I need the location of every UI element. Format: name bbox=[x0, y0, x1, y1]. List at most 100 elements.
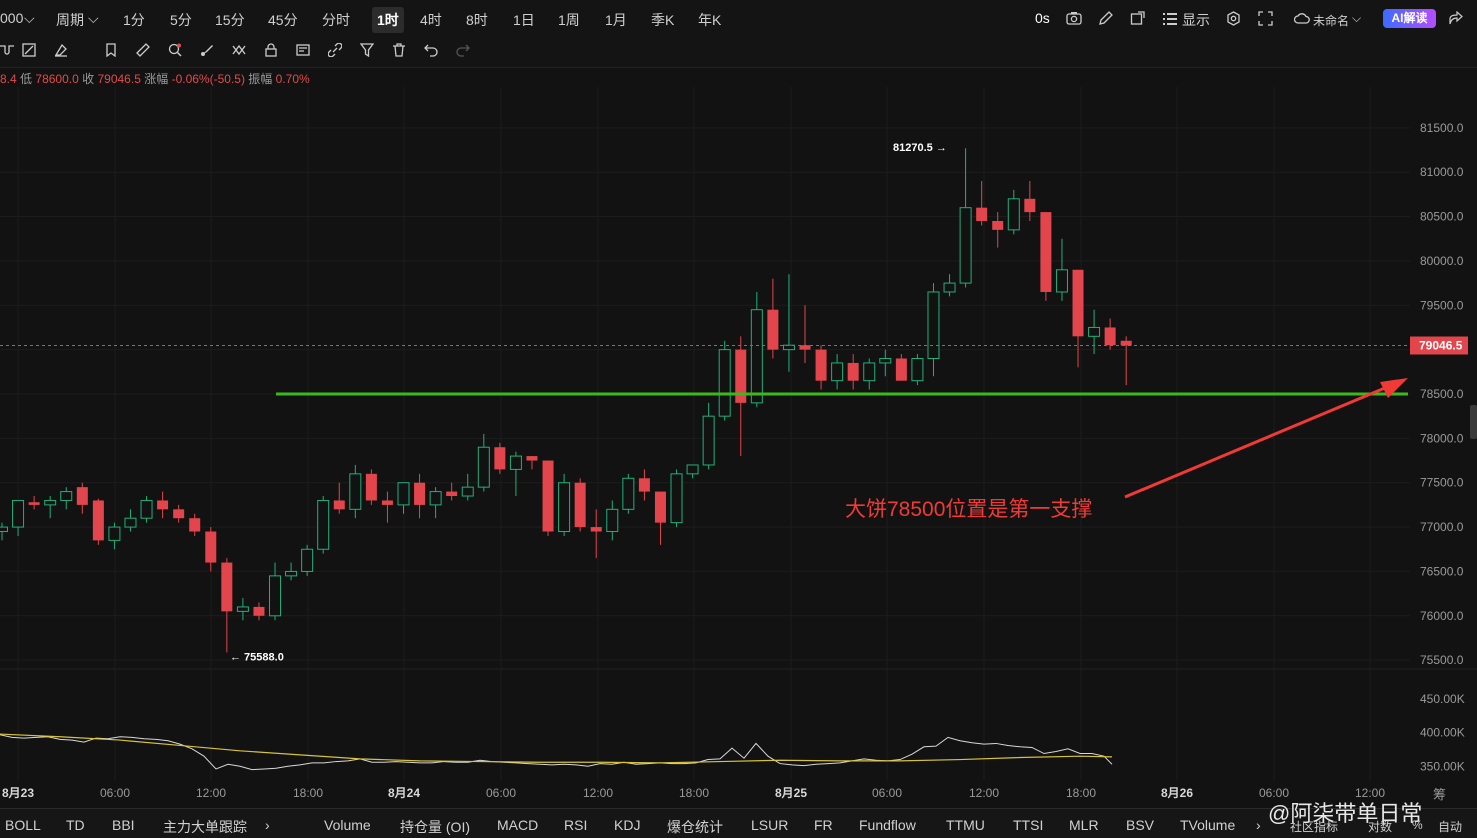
interval-tab[interactable]: 1日 bbox=[513, 10, 535, 30]
candle-body bbox=[879, 358, 892, 364]
layout-chevron-icon[interactable]: ⌵ bbox=[1352, 11, 1361, 26]
price-tick-label: 76000.0 bbox=[1420, 609, 1464, 623]
candle-body bbox=[1120, 340, 1132, 346]
candle bbox=[992, 212, 1004, 248]
pattern-icon[interactable] bbox=[232, 43, 246, 57]
candle-body bbox=[1040, 212, 1052, 292]
sub-indicator-tab[interactable]: RSI bbox=[564, 817, 587, 833]
candle-body bbox=[0, 526, 8, 533]
candle-body bbox=[976, 207, 988, 221]
interval-tab[interactable]: 1月 bbox=[605, 10, 627, 30]
candle bbox=[542, 460, 554, 536]
bookmark-icon[interactable] bbox=[104, 43, 118, 57]
fullscreen-icon[interactable] bbox=[1258, 11, 1273, 26]
candle-body bbox=[253, 606, 265, 616]
main-indicator-tab[interactable]: BBI bbox=[112, 817, 135, 833]
candle-body bbox=[718, 349, 731, 417]
redo-icon[interactable] bbox=[456, 43, 470, 57]
candle bbox=[558, 473, 571, 536]
sub-indicator-tab[interactable]: MLR bbox=[1069, 817, 1099, 833]
candle bbox=[461, 473, 474, 501]
period-chevron-icon[interactable]: ⌵ bbox=[88, 10, 99, 27]
candle-body bbox=[831, 362, 844, 382]
interval-tab[interactable]: 8时 bbox=[466, 10, 488, 30]
candle-body bbox=[509, 455, 522, 470]
interval-tab[interactable]: 1分 bbox=[123, 10, 145, 30]
interval-tab[interactable]: 分时 bbox=[322, 10, 350, 30]
lock-icon[interactable] bbox=[264, 43, 278, 57]
zoom-in-icon[interactable] bbox=[168, 43, 182, 57]
symbol-fragment[interactable]: 000 bbox=[0, 10, 23, 26]
sub-indicator-tab[interactable]: TVolume bbox=[1180, 817, 1235, 833]
sub-indicator-tab[interactable]: MACD bbox=[497, 817, 538, 833]
interval-tab[interactable]: 1时 bbox=[372, 7, 404, 33]
display-list-icon[interactable] bbox=[1163, 12, 1177, 25]
sub-indicator-tab[interactable]: TTSI bbox=[1013, 817, 1043, 833]
brush-icon[interactable] bbox=[200, 43, 214, 57]
candle bbox=[911, 354, 924, 386]
candle-body bbox=[542, 460, 554, 532]
indicator-tick-label: 350.00K bbox=[1420, 759, 1465, 773]
more-indicators-chevron-icon[interactable]: › bbox=[265, 817, 270, 833]
candle bbox=[927, 283, 940, 377]
price-tick-label: 81500.0 bbox=[1420, 121, 1464, 135]
auto-scale-toggle[interactable]: 自动 bbox=[1438, 818, 1462, 835]
candle-body bbox=[606, 508, 619, 533]
interval-tab[interactable]: 45分 bbox=[268, 10, 298, 30]
main-indicator-tab[interactable]: BOLL bbox=[5, 817, 41, 833]
sub-indicator-tab[interactable]: LSUR bbox=[751, 817, 788, 833]
candle bbox=[976, 181, 988, 226]
sub-indicator-tab[interactable]: BSV bbox=[1126, 817, 1154, 833]
candle-body bbox=[221, 562, 233, 612]
toggle-drawings-icon[interactable] bbox=[22, 43, 36, 57]
interval-tab[interactable]: 5分 bbox=[170, 10, 192, 30]
candle-body bbox=[686, 464, 699, 475]
erase-drawings-icon[interactable] bbox=[54, 43, 68, 57]
sub-indicator-tab[interactable]: KDJ bbox=[614, 817, 640, 833]
interval-tab[interactable]: 15分 bbox=[215, 10, 245, 30]
layout-name[interactable]: 未命名 bbox=[1313, 12, 1349, 29]
sub-indicator-tab[interactable]: 持仓量 (OI) bbox=[400, 817, 470, 837]
candle-body bbox=[558, 482, 571, 533]
period-selector[interactable]: 周期 bbox=[56, 10, 84, 30]
magnet-icon[interactable] bbox=[0, 43, 14, 57]
price-axis[interactable]: 81500.081000.080500.080000.079500.079000… bbox=[1410, 121, 1477, 773]
cloud-icon[interactable] bbox=[1294, 13, 1310, 24]
settings-gear-icon[interactable] bbox=[1226, 11, 1241, 26]
sub-indicator-tab[interactable]: Volume bbox=[324, 817, 371, 833]
interval-tab[interactable]: 年K bbox=[698, 10, 721, 30]
sub-indicator-tab[interactable]: FR bbox=[814, 817, 833, 833]
ai-interpret-button[interactable]: AI解读 bbox=[1383, 9, 1436, 28]
candle-body bbox=[1007, 198, 1020, 231]
candle-body bbox=[895, 358, 907, 381]
template-icon[interactable] bbox=[296, 43, 310, 57]
undo-icon[interactable] bbox=[424, 43, 438, 57]
display-button[interactable]: 显示 bbox=[1182, 10, 1210, 30]
filter-icon[interactable] bbox=[360, 43, 374, 57]
main-indicator-tab[interactable]: TD bbox=[66, 817, 85, 833]
candle bbox=[44, 496, 57, 519]
interval-tab[interactable]: 1周 bbox=[558, 10, 580, 30]
candle bbox=[1040, 212, 1052, 301]
pen-icon[interactable] bbox=[1098, 11, 1113, 26]
sub-indicator-tab[interactable]: Fundflow bbox=[859, 817, 916, 833]
main-indicator-tab[interactable]: 主力大单跟踪 bbox=[163, 817, 247, 837]
trash-icon[interactable] bbox=[392, 43, 406, 57]
price-chart[interactable]: 81500.081000.080500.080000.079500.079000… bbox=[0, 67, 1477, 808]
ruler-icon[interactable] bbox=[136, 43, 150, 57]
time-axis[interactable]: 8月23 06:00 12:00 18:00 8月24 06:00 12:00 18:00 8月… bbox=[2, 786, 1446, 802]
link-icon[interactable] bbox=[328, 43, 342, 57]
popout-icon[interactable] bbox=[1130, 11, 1145, 26]
share-icon[interactable] bbox=[1448, 11, 1463, 26]
camera-icon[interactable] bbox=[1066, 11, 1082, 25]
sub-indicator-tab[interactable]: TTMU bbox=[946, 817, 985, 833]
sub-more-chevron-icon[interactable]: › bbox=[1256, 817, 1261, 833]
indicator-bar: BOLL TD BBI 主力大单跟踪 › Volume 持仓量 (OI) MACD RSI K… bbox=[0, 808, 1477, 838]
interval-tab[interactable]: 4时 bbox=[420, 10, 442, 30]
candle-body bbox=[285, 570, 298, 577]
interval-tab[interactable]: 季K bbox=[651, 10, 674, 30]
sub-indicator-tab[interactable]: 爆仓统计 bbox=[667, 817, 723, 837]
candle bbox=[236, 598, 249, 621]
symbol-chevron-icon[interactable]: ⌵ bbox=[24, 10, 35, 27]
candle bbox=[895, 354, 907, 381]
